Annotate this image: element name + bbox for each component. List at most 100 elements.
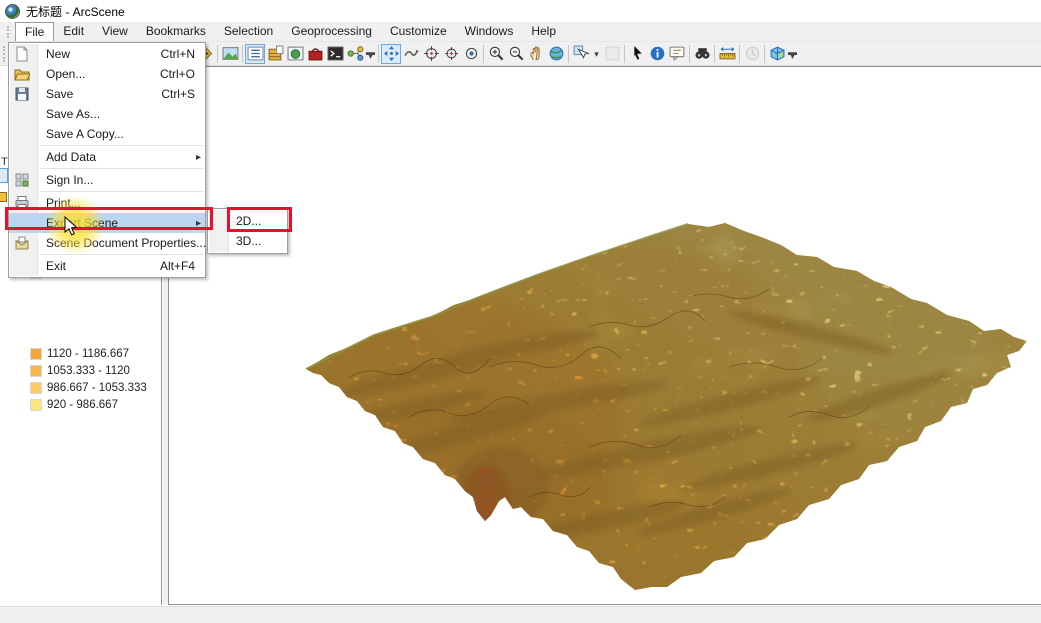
pan-button[interactable]: [526, 44, 546, 64]
html-popup-icon: [669, 45, 686, 62]
menu-help[interactable]: Help: [522, 22, 565, 41]
zoom-in-icon: [488, 45, 505, 62]
fly-button[interactable]: [401, 44, 421, 64]
arctoolbox-button[interactable]: [305, 44, 325, 64]
select-features-icon: [573, 45, 590, 62]
legend-row[interactable]: 986.667 - 1053.333: [0, 380, 162, 396]
menu-file[interactable]: File: [15, 22, 54, 41]
menu-geoprocessing[interactable]: Geoprocessing: [282, 22, 381, 41]
table-of-contents-icon: [247, 45, 264, 62]
terrain-surface: [169, 67, 1041, 605]
window-title: 无标题 - ArcScene: [26, 3, 125, 20]
menu-item-new[interactable]: New Ctrl+N: [9, 44, 205, 64]
select-features-button[interactable]: [571, 44, 591, 64]
submenu-arrow-icon: ▸: [196, 152, 201, 163]
menu-item-save-as[interactable]: Save As...: [9, 104, 205, 124]
select-features-dropdown[interactable]: ▾: [591, 44, 602, 64]
toolbar-separator: [714, 45, 715, 63]
toolbar-separator: [739, 45, 740, 63]
clear-selection-button[interactable]: [602, 44, 622, 64]
toolbar-separator: [242, 45, 243, 63]
set-observer-icon: [463, 45, 480, 62]
table-of-contents-button[interactable]: [245, 44, 265, 64]
legend-range-label[interactable]: 986.667 - 1053.333: [47, 382, 147, 394]
menu-item-export-3d[interactable]: 3D...: [208, 231, 287, 251]
document-properties-icon: [14, 235, 30, 251]
legend-row[interactable]: 1053.333 - 1120: [0, 363, 162, 379]
scene-image-button[interactable]: [220, 44, 240, 64]
menu-item-open[interactable]: Open... Ctrl+O: [9, 64, 205, 84]
file-menu: New Ctrl+N Open... Ctrl+O Save Ctrl+S Sa…: [8, 42, 206, 278]
center-on-target-button[interactable]: [421, 44, 441, 64]
open-folder-icon: [14, 66, 30, 82]
menubar-grip[interactable]: [7, 26, 12, 38]
search-button[interactable]: [285, 44, 305, 64]
menu-item-save[interactable]: Save Ctrl+S: [9, 84, 205, 104]
time-slider-button[interactable]: [742, 44, 762, 64]
scene-viewport[interactable]: [168, 66, 1041, 605]
navigate-button[interactable]: [381, 44, 401, 64]
clear-selection-icon: [604, 45, 621, 62]
legend-range-label[interactable]: 1053.333 - 1120: [47, 365, 130, 377]
set-observer-button[interactable]: [461, 44, 481, 64]
zoom-to-target-button[interactable]: [441, 44, 461, 64]
arctoolbox-icon: [307, 45, 324, 62]
scene-image-icon: [222, 45, 239, 62]
html-popup-button[interactable]: [667, 44, 687, 64]
zoom-in-button[interactable]: [486, 44, 506, 64]
arcscene-window: { "window": { "title": "无标题 - ArcScene" …: [0, 0, 1041, 623]
menu-customize[interactable]: Customize: [381, 22, 456, 41]
legend-swatch[interactable]: [30, 382, 42, 394]
identify-button[interactable]: [647, 44, 667, 64]
menu-item-add-data[interactable]: Add Data ▸: [9, 147, 205, 167]
legend-range-label[interactable]: 920 - 986.667: [47, 399, 118, 411]
legend-swatch[interactable]: [30, 348, 42, 360]
python-window-icon: [327, 45, 344, 62]
menu-edit[interactable]: Edit: [54, 22, 93, 41]
zoom-out-icon: [508, 45, 525, 62]
toc-layer-partial-icon: [0, 192, 7, 202]
mouse-cursor-icon: [64, 216, 79, 240]
standard-overflow-button[interactable]: ▬▾: [365, 44, 376, 64]
menu-item-scene-document-properties[interactable]: Scene Document Properties...: [9, 233, 205, 253]
annotation-box-export-scene: [5, 207, 213, 230]
toc-header-partial: T: [1, 156, 8, 168]
toolbar-separator: [689, 45, 690, 63]
modelbuilder-button[interactable]: [345, 44, 365, 64]
menu-separator: [41, 168, 203, 169]
menu-bookmarks[interactable]: Bookmarks: [137, 22, 215, 41]
select-elements-button[interactable]: [627, 44, 647, 64]
menu-bar: File Edit View Bookmarks Selection Geopr…: [0, 22, 1041, 42]
menu-windows[interactable]: Windows: [456, 22, 523, 41]
legend-swatch[interactable]: [30, 365, 42, 377]
full-extent-icon: [548, 45, 565, 62]
toolbar-separator: [378, 45, 379, 63]
sign-in-icon: [14, 172, 30, 188]
catalog-button[interactable]: [265, 44, 285, 64]
full-extent-button[interactable]: [546, 44, 566, 64]
arcscene-app-icon: [5, 4, 20, 19]
menu-item-sign-in[interactable]: Sign In...: [9, 170, 205, 190]
menu-item-save-a-copy[interactable]: Save A Copy...: [9, 124, 205, 144]
python-window-button[interactable]: [325, 44, 345, 64]
legend-swatch[interactable]: [30, 399, 42, 411]
toolbar-separator: [624, 45, 625, 63]
3d-viewer-button[interactable]: [767, 44, 787, 64]
menu-view[interactable]: View: [93, 22, 137, 41]
select-elements-icon: [629, 45, 646, 62]
legend-row[interactable]: 920 - 986.667: [0, 397, 162, 413]
dropdown-arrow-icon: ▾: [368, 54, 373, 58]
menu-selection[interactable]: Selection: [215, 22, 282, 41]
center-on-target-icon: [423, 45, 440, 62]
find-button[interactable]: [692, 44, 712, 64]
tools-overflow-button[interactable]: ▬▾: [787, 44, 798, 64]
title-bar: 无标题 - ArcScene: [0, 0, 1041, 22]
legend-row[interactable]: 1120 - 1186.667: [0, 346, 162, 362]
fly-icon: [403, 45, 420, 62]
status-bar: [0, 606, 1041, 623]
legend-range-label[interactable]: 1120 - 1186.667: [47, 348, 129, 360]
menu-item-exit[interactable]: Exit Alt+F4: [9, 256, 205, 276]
toc-toolbar-partial-icon: [0, 168, 8, 183]
measure-button[interactable]: [717, 44, 737, 64]
zoom-out-button[interactable]: [506, 44, 526, 64]
